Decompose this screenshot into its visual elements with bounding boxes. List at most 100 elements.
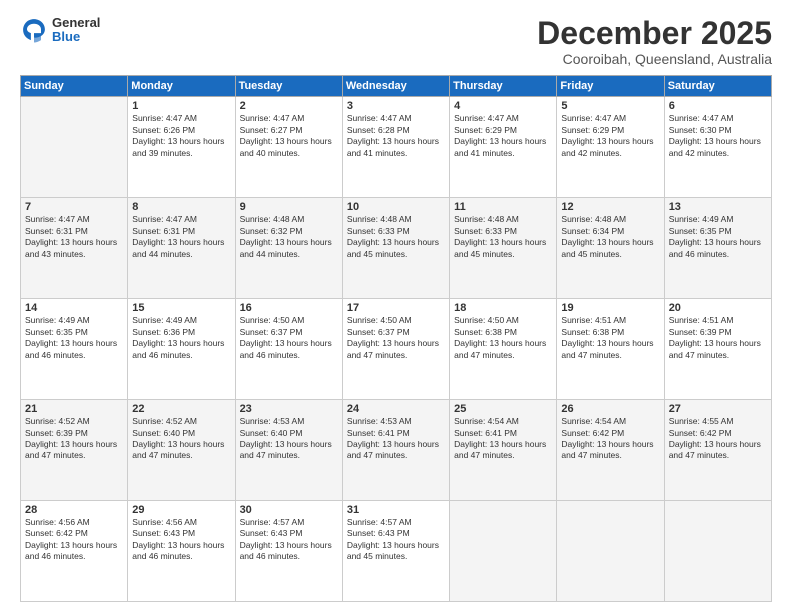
cell-info: Sunrise: 4:56 AMSunset: 6:42 PMDaylight:… bbox=[25, 517, 123, 563]
cell-info: Sunrise: 4:50 AMSunset: 6:38 PMDaylight:… bbox=[454, 315, 552, 361]
day-number: 24 bbox=[347, 403, 445, 415]
day-header-wednesday: Wednesday bbox=[342, 76, 449, 97]
week-row-2: 14Sunrise: 4:49 AMSunset: 6:35 PMDayligh… bbox=[21, 299, 772, 400]
calendar-cell: 21Sunrise: 4:52 AMSunset: 6:39 PMDayligh… bbox=[21, 400, 128, 501]
logo-text: General Blue bbox=[52, 16, 100, 45]
calendar-cell: 1Sunrise: 4:47 AMSunset: 6:26 PMDaylight… bbox=[128, 97, 235, 198]
calendar-cell: 17Sunrise: 4:50 AMSunset: 6:37 PMDayligh… bbox=[342, 299, 449, 400]
cell-info: Sunrise: 4:49 AMSunset: 6:35 PMDaylight:… bbox=[25, 315, 123, 361]
logo-icon bbox=[20, 16, 48, 44]
day-number: 25 bbox=[454, 403, 552, 415]
cell-info: Sunrise: 4:54 AMSunset: 6:41 PMDaylight:… bbox=[454, 416, 552, 462]
cell-info: Sunrise: 4:47 AMSunset: 6:29 PMDaylight:… bbox=[454, 113, 552, 159]
calendar-cell: 10Sunrise: 4:48 AMSunset: 6:33 PMDayligh… bbox=[342, 198, 449, 299]
cell-info: Sunrise: 4:47 AMSunset: 6:31 PMDaylight:… bbox=[132, 214, 230, 260]
day-number: 2 bbox=[240, 100, 338, 112]
calendar-cell: 3Sunrise: 4:47 AMSunset: 6:28 PMDaylight… bbox=[342, 97, 449, 198]
day-number: 6 bbox=[669, 100, 767, 112]
location-subtitle: Cooroibah, Queensland, Australia bbox=[537, 51, 772, 67]
day-number: 5 bbox=[561, 100, 659, 112]
day-number: 29 bbox=[132, 504, 230, 516]
calendar-cell: 30Sunrise: 4:57 AMSunset: 6:43 PMDayligh… bbox=[235, 501, 342, 602]
cell-info: Sunrise: 4:51 AMSunset: 6:38 PMDaylight:… bbox=[561, 315, 659, 361]
cell-info: Sunrise: 4:47 AMSunset: 6:31 PMDaylight:… bbox=[25, 214, 123, 260]
cell-info: Sunrise: 4:49 AMSunset: 6:35 PMDaylight:… bbox=[669, 214, 767, 260]
calendar-cell: 5Sunrise: 4:47 AMSunset: 6:29 PMDaylight… bbox=[557, 97, 664, 198]
day-number: 18 bbox=[454, 302, 552, 314]
cell-info: Sunrise: 4:53 AMSunset: 6:40 PMDaylight:… bbox=[240, 416, 338, 462]
calendar-cell: 9Sunrise: 4:48 AMSunset: 6:32 PMDaylight… bbox=[235, 198, 342, 299]
cell-info: Sunrise: 4:48 AMSunset: 6:33 PMDaylight:… bbox=[454, 214, 552, 260]
logo-blue: Blue bbox=[52, 30, 100, 44]
day-number: 27 bbox=[669, 403, 767, 415]
day-number: 22 bbox=[132, 403, 230, 415]
cell-info: Sunrise: 4:47 AMSunset: 6:28 PMDaylight:… bbox=[347, 113, 445, 159]
calendar-cell: 14Sunrise: 4:49 AMSunset: 6:35 PMDayligh… bbox=[21, 299, 128, 400]
calendar-cell: 27Sunrise: 4:55 AMSunset: 6:42 PMDayligh… bbox=[664, 400, 771, 501]
calendar-cell: 12Sunrise: 4:48 AMSunset: 6:34 PMDayligh… bbox=[557, 198, 664, 299]
calendar-cell: 20Sunrise: 4:51 AMSunset: 6:39 PMDayligh… bbox=[664, 299, 771, 400]
calendar-cell bbox=[21, 97, 128, 198]
week-row-4: 28Sunrise: 4:56 AMSunset: 6:42 PMDayligh… bbox=[21, 501, 772, 602]
cell-info: Sunrise: 4:50 AMSunset: 6:37 PMDaylight:… bbox=[347, 315, 445, 361]
cell-info: Sunrise: 4:57 AMSunset: 6:43 PMDaylight:… bbox=[240, 517, 338, 563]
cell-info: Sunrise: 4:47 AMSunset: 6:26 PMDaylight:… bbox=[132, 113, 230, 159]
day-number: 4 bbox=[454, 100, 552, 112]
day-header-saturday: Saturday bbox=[664, 76, 771, 97]
calendar-header-row: SundayMondayTuesdayWednesdayThursdayFrid… bbox=[21, 76, 772, 97]
cell-info: Sunrise: 4:52 AMSunset: 6:39 PMDaylight:… bbox=[25, 416, 123, 462]
day-number: 16 bbox=[240, 302, 338, 314]
title-block: December 2025 Cooroibah, Queensland, Aus… bbox=[537, 16, 772, 67]
calendar-cell: 24Sunrise: 4:53 AMSunset: 6:41 PMDayligh… bbox=[342, 400, 449, 501]
day-number: 14 bbox=[25, 302, 123, 314]
day-header-thursday: Thursday bbox=[450, 76, 557, 97]
calendar-cell bbox=[557, 501, 664, 602]
calendar-cell: 31Sunrise: 4:57 AMSunset: 6:43 PMDayligh… bbox=[342, 501, 449, 602]
calendar-cell: 2Sunrise: 4:47 AMSunset: 6:27 PMDaylight… bbox=[235, 97, 342, 198]
day-number: 10 bbox=[347, 201, 445, 213]
calendar-cell: 4Sunrise: 4:47 AMSunset: 6:29 PMDaylight… bbox=[450, 97, 557, 198]
calendar-cell bbox=[450, 501, 557, 602]
day-header-monday: Monday bbox=[128, 76, 235, 97]
cell-info: Sunrise: 4:57 AMSunset: 6:43 PMDaylight:… bbox=[347, 517, 445, 563]
day-number: 9 bbox=[240, 201, 338, 213]
cell-info: Sunrise: 4:54 AMSunset: 6:42 PMDaylight:… bbox=[561, 416, 659, 462]
calendar-cell: 23Sunrise: 4:53 AMSunset: 6:40 PMDayligh… bbox=[235, 400, 342, 501]
calendar-cell: 18Sunrise: 4:50 AMSunset: 6:38 PMDayligh… bbox=[450, 299, 557, 400]
day-number: 28 bbox=[25, 504, 123, 516]
day-header-friday: Friday bbox=[557, 76, 664, 97]
cell-info: Sunrise: 4:55 AMSunset: 6:42 PMDaylight:… bbox=[669, 416, 767, 462]
day-number: 17 bbox=[347, 302, 445, 314]
month-title: December 2025 bbox=[537, 16, 772, 51]
day-number: 11 bbox=[454, 201, 552, 213]
calendar-cell bbox=[664, 501, 771, 602]
day-number: 20 bbox=[669, 302, 767, 314]
calendar-cell: 26Sunrise: 4:54 AMSunset: 6:42 PMDayligh… bbox=[557, 400, 664, 501]
calendar-cell: 28Sunrise: 4:56 AMSunset: 6:42 PMDayligh… bbox=[21, 501, 128, 602]
week-row-3: 21Sunrise: 4:52 AMSunset: 6:39 PMDayligh… bbox=[21, 400, 772, 501]
cell-info: Sunrise: 4:47 AMSunset: 6:27 PMDaylight:… bbox=[240, 113, 338, 159]
calendar-cell: 29Sunrise: 4:56 AMSunset: 6:43 PMDayligh… bbox=[128, 501, 235, 602]
cell-info: Sunrise: 4:47 AMSunset: 6:29 PMDaylight:… bbox=[561, 113, 659, 159]
day-header-sunday: Sunday bbox=[21, 76, 128, 97]
cell-info: Sunrise: 4:49 AMSunset: 6:36 PMDaylight:… bbox=[132, 315, 230, 361]
calendar-cell: 22Sunrise: 4:52 AMSunset: 6:40 PMDayligh… bbox=[128, 400, 235, 501]
cell-info: Sunrise: 4:53 AMSunset: 6:41 PMDaylight:… bbox=[347, 416, 445, 462]
day-number: 26 bbox=[561, 403, 659, 415]
calendar-cell: 15Sunrise: 4:49 AMSunset: 6:36 PMDayligh… bbox=[128, 299, 235, 400]
logo-general: General bbox=[52, 16, 100, 30]
day-number: 19 bbox=[561, 302, 659, 314]
day-number: 12 bbox=[561, 201, 659, 213]
calendar-cell: 13Sunrise: 4:49 AMSunset: 6:35 PMDayligh… bbox=[664, 198, 771, 299]
logo: General Blue bbox=[20, 16, 100, 45]
cell-info: Sunrise: 4:52 AMSunset: 6:40 PMDaylight:… bbox=[132, 416, 230, 462]
header: General Blue December 2025 Cooroibah, Qu… bbox=[20, 16, 772, 67]
calendar-cell: 19Sunrise: 4:51 AMSunset: 6:38 PMDayligh… bbox=[557, 299, 664, 400]
calendar-cell: 7Sunrise: 4:47 AMSunset: 6:31 PMDaylight… bbox=[21, 198, 128, 299]
day-number: 3 bbox=[347, 100, 445, 112]
cell-info: Sunrise: 4:51 AMSunset: 6:39 PMDaylight:… bbox=[669, 315, 767, 361]
calendar-cell: 11Sunrise: 4:48 AMSunset: 6:33 PMDayligh… bbox=[450, 198, 557, 299]
cell-info: Sunrise: 4:47 AMSunset: 6:30 PMDaylight:… bbox=[669, 113, 767, 159]
cell-info: Sunrise: 4:56 AMSunset: 6:43 PMDaylight:… bbox=[132, 517, 230, 563]
day-number: 13 bbox=[669, 201, 767, 213]
